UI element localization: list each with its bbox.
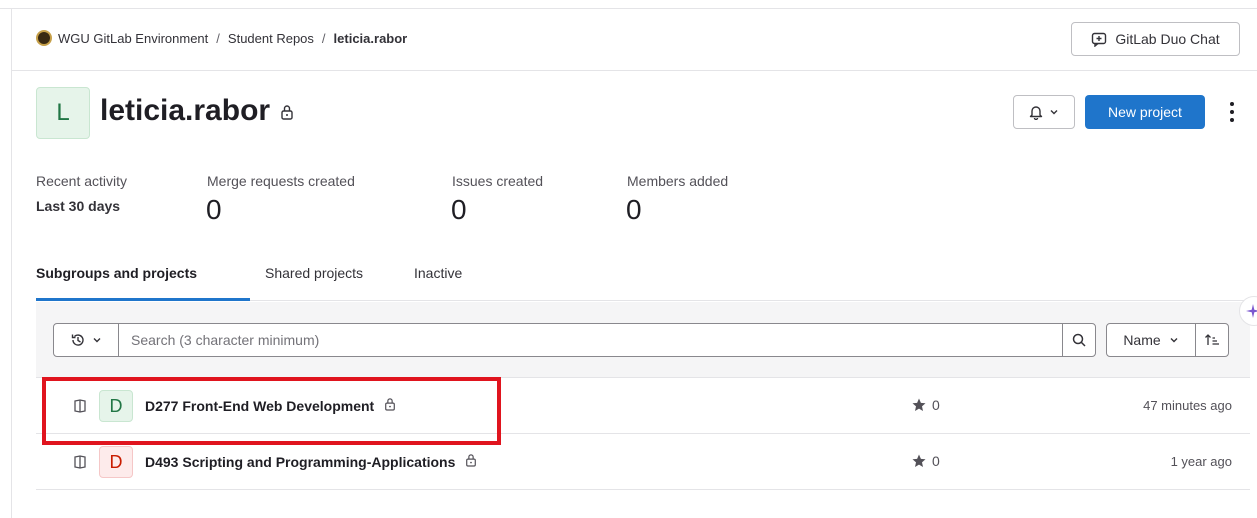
recent-searches-button[interactable] (53, 323, 119, 357)
tab-subgroups-and-projects[interactable]: Subgroups and projects (36, 265, 197, 281)
page-title: leticia.rabor (100, 94, 294, 128)
stat-value-issues: 0 (451, 194, 467, 225)
breadcrumb-separator: / (216, 30, 220, 46)
new-project-button[interactable]: New project (1085, 95, 1205, 129)
group-name: leticia.rabor (100, 94, 271, 127)
project-name-link[interactable]: D493 Scripting and Programming-Applicati… (145, 453, 477, 470)
tab-inactive[interactable]: Inactive (414, 265, 462, 281)
recent-activity-label: Recent activity (36, 173, 128, 189)
star-count[interactable]: 0 (912, 397, 940, 413)
sort-by-label: Name (1123, 332, 1161, 348)
stat-value-members: 0 (626, 194, 642, 225)
notification-settings-button[interactable] (1013, 95, 1075, 129)
activity-period: Last 30 days (36, 198, 121, 214)
project-avatar[interactable]: D (99, 390, 133, 422)
updated-timestamp: 47 minutes ago (1143, 398, 1232, 413)
sort-by-dropdown[interactable]: Name (1106, 323, 1196, 357)
tab-shared-projects[interactable]: Shared projects (265, 265, 363, 281)
stat-label-merge-requests: Merge requests created (207, 173, 355, 189)
bell-icon (1029, 106, 1043, 120)
lock-icon (465, 453, 477, 470)
search-input[interactable] (118, 323, 1063, 357)
star-icon (912, 454, 926, 467)
group-avatar: L (36, 87, 90, 139)
star-count-value: 0 (932, 397, 940, 413)
chevron-down-icon (93, 338, 101, 343)
breadcrumb: WGU GitLab Environment / Student Repos /… (36, 30, 407, 46)
top-border (0, 8, 1257, 9)
project-name[interactable]: D493 Scripting and Programming-Applicati… (145, 454, 455, 470)
stat-value-merge-requests: 0 (206, 194, 222, 225)
wgu-logo-icon (36, 30, 52, 46)
project-icon (74, 455, 86, 474)
active-tab-indicator (36, 298, 250, 301)
sort-ascending-icon (1205, 334, 1219, 345)
sort-direction-button[interactable] (1195, 323, 1229, 357)
project-row[interactable]: D D493 Scripting and Programming-Applica… (36, 434, 1250, 490)
star-count-value: 0 (932, 453, 940, 469)
header-divider (12, 70, 1257, 71)
project-name[interactable]: D277 Front-End Web Development (145, 398, 374, 414)
star-count[interactable]: 0 (912, 453, 940, 469)
search-button[interactable] (1062, 323, 1096, 357)
chevron-down-icon (1170, 338, 1178, 343)
stat-label-issues: Issues created (452, 173, 544, 189)
star-icon (912, 398, 926, 411)
breadcrumb-separator: / (321, 30, 326, 46)
project-avatar[interactable]: D (99, 446, 133, 478)
project-icon (74, 399, 86, 418)
history-icon (71, 334, 84, 346)
updated-timestamp: 1 year ago (1170, 454, 1232, 469)
left-border (11, 8, 12, 518)
chevron-down-icon (1050, 110, 1058, 115)
search-icon (1072, 333, 1086, 347)
breadcrumb-item-wgu-environment[interactable]: WGU GitLab Environment (58, 31, 208, 46)
more-actions-kebab-icon[interactable] (1222, 99, 1242, 125)
duo-chat-icon (1092, 32, 1107, 47)
breadcrumb-item-student-repos[interactable]: Student Repos (228, 31, 314, 46)
project-name-link[interactable]: D277 Front-End Web Development (145, 397, 396, 414)
stat-label-members: Members added (627, 173, 729, 189)
lock-icon (280, 94, 294, 128)
lock-icon (384, 397, 396, 414)
project-row[interactable]: D D277 Front-End Web Development 0 47 mi… (36, 378, 1250, 434)
gitlab-duo-chat-button[interactable]: GitLab Duo Chat (1071, 22, 1240, 56)
duo-chat-label: GitLab Duo Chat (1115, 31, 1220, 47)
breadcrumb-item-current-group[interactable]: leticia.rabor (334, 31, 408, 46)
